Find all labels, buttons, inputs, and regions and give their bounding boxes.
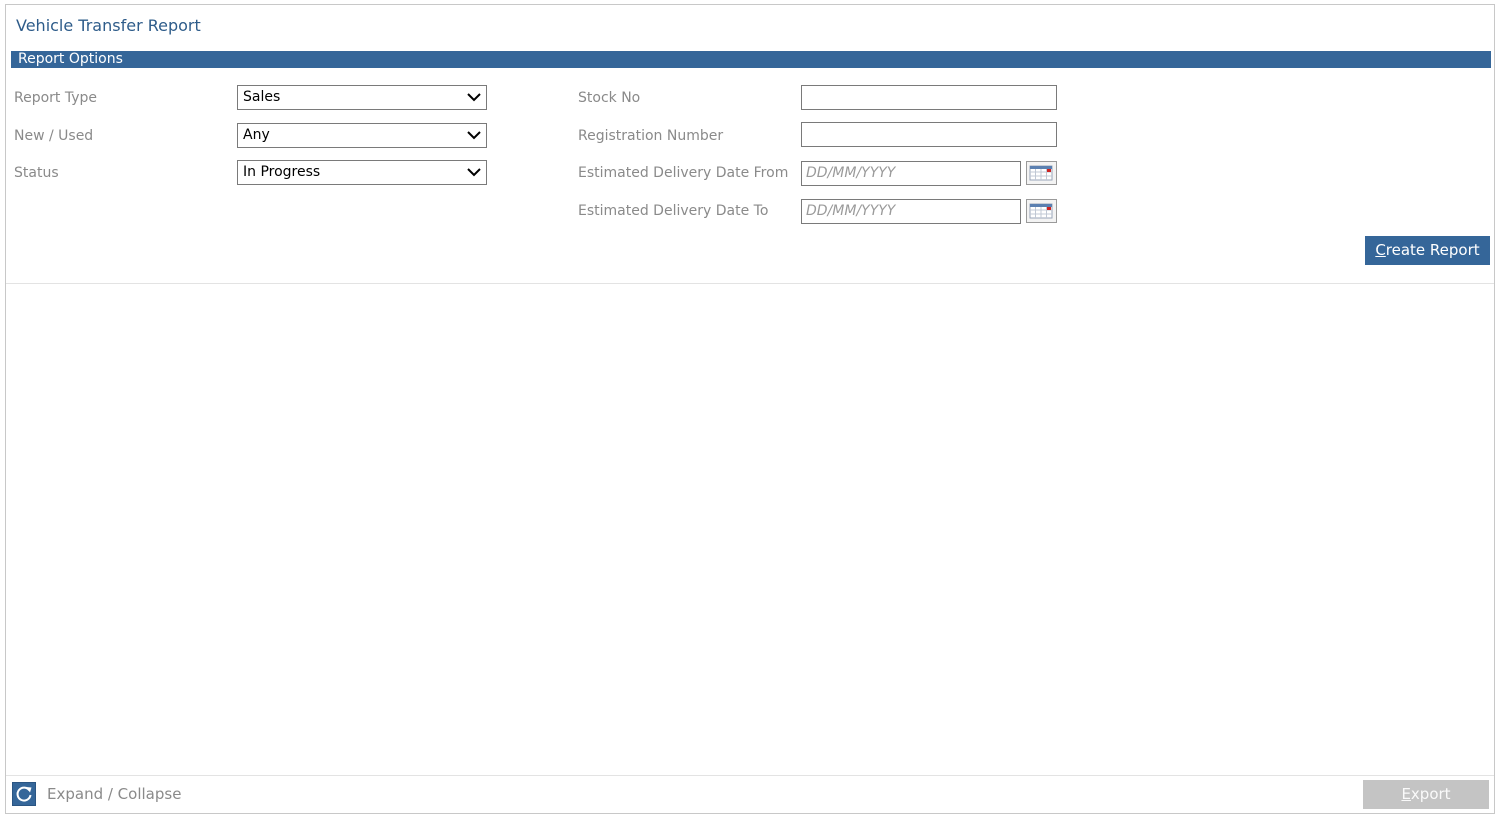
status-label: Status [14, 165, 59, 181]
create-report-label: reate Report [1385, 241, 1480, 259]
create-report-button[interactable]: Create Report [1365, 236, 1490, 265]
delivery-date-from-calendar-button[interactable] [1026, 161, 1057, 185]
chevron-down-icon [467, 131, 481, 140]
export-button[interactable]: Export [1363, 780, 1489, 809]
new-used-value: Any [243, 127, 270, 143]
report-options-header: Report Options [11, 51, 1491, 68]
chevron-down-icon [467, 93, 481, 102]
refresh-icon [16, 786, 32, 802]
delivery-date-to-label: Estimated Delivery Date To [578, 203, 769, 219]
report-type-value: Sales [243, 89, 281, 105]
chevron-down-icon [467, 168, 481, 177]
status-select[interactable]: In Progress [237, 160, 487, 185]
status-value: In Progress [243, 164, 321, 180]
create-report-accesskey: C [1375, 241, 1386, 259]
footer-divider [6, 775, 1494, 776]
export-label: xport [1410, 785, 1451, 803]
stock-no-input[interactable] [801, 85, 1057, 110]
report-type-select[interactable]: Sales [237, 85, 487, 110]
registration-number-input[interactable] [801, 122, 1057, 147]
delivery-date-to-calendar-button[interactable] [1026, 199, 1057, 223]
report-results-area [6, 284, 1494, 775]
new-used-select[interactable]: Any [237, 123, 487, 148]
calendar-icon [1029, 165, 1053, 181]
delivery-date-from-input[interactable]: DD/MM/YYYY [801, 161, 1021, 186]
export-accesskey: E [1401, 785, 1411, 803]
registration-number-label: Registration Number [578, 128, 724, 144]
delivery-date-from-label: Estimated Delivery Date From [578, 165, 789, 181]
report-type-label: Report Type [14, 90, 98, 106]
calendar-icon [1029, 203, 1053, 219]
expand-collapse-label[interactable]: Expand / Collapse [47, 785, 181, 803]
expand-collapse-button[interactable] [12, 782, 36, 806]
new-used-label: New / Used [14, 128, 94, 144]
page-title: Vehicle Transfer Report [16, 16, 201, 35]
report-panel: Vehicle Transfer Report Report Options R… [5, 4, 1495, 814]
delivery-date-to-input[interactable]: DD/MM/YYYY [801, 199, 1021, 224]
stock-no-label: Stock No [578, 90, 641, 106]
